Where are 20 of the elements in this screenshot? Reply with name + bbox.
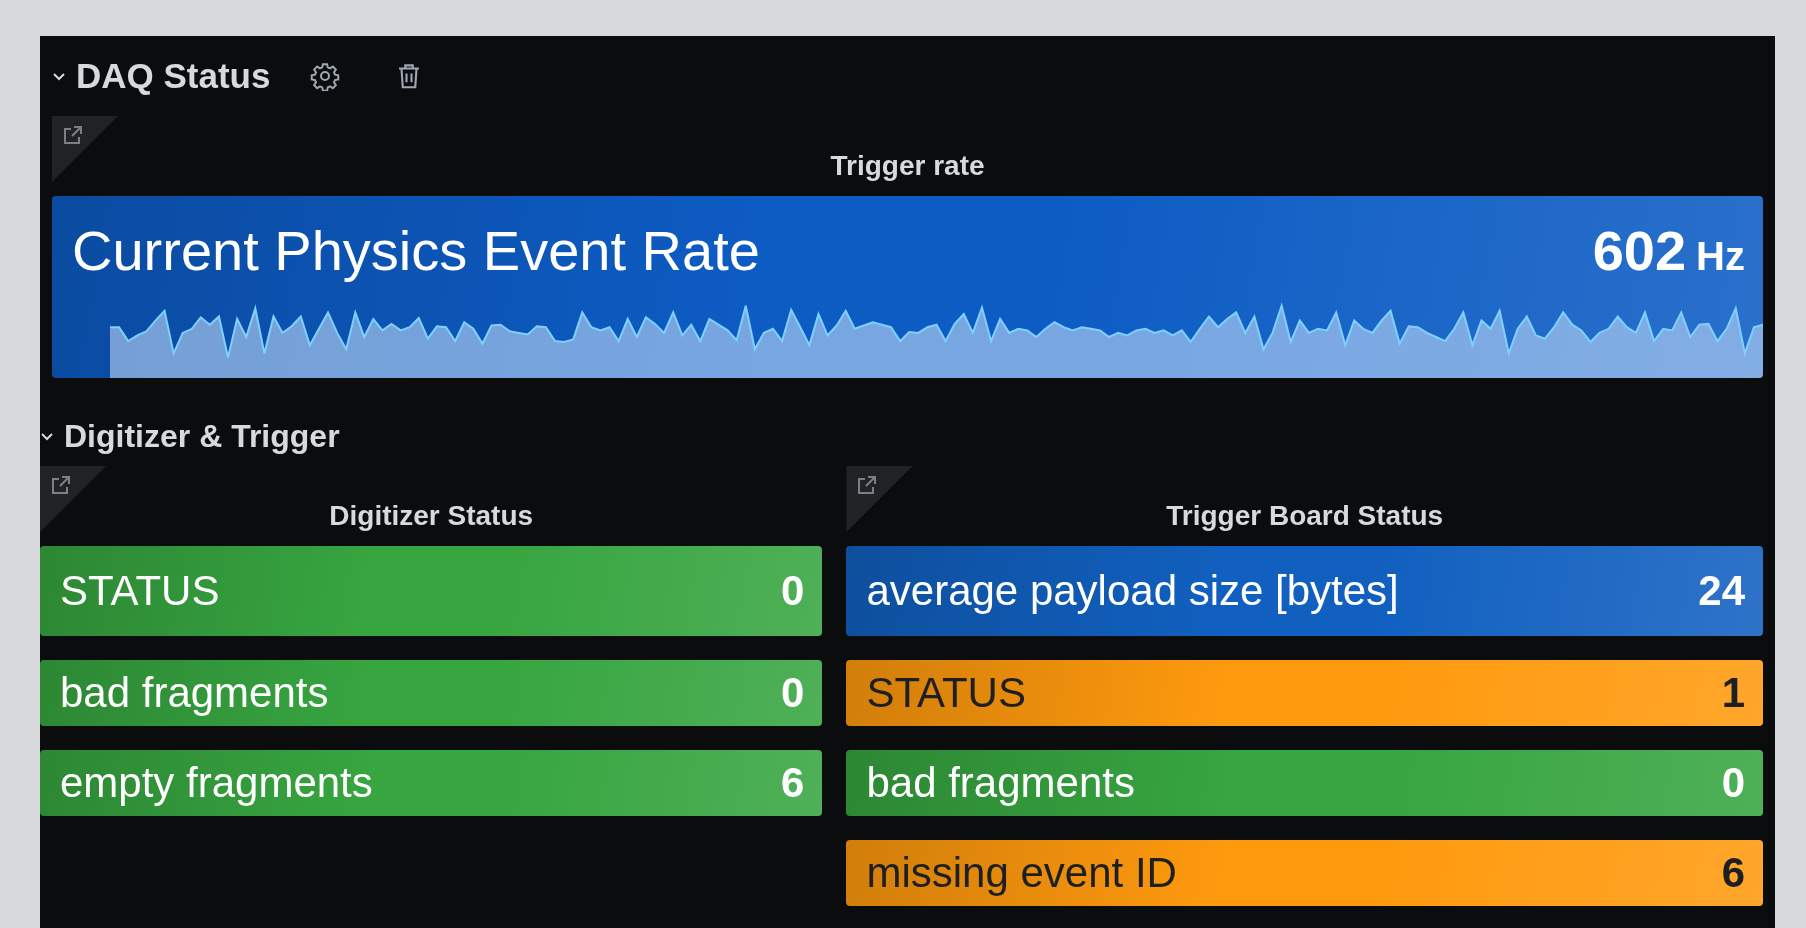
stat-label: bad fragments	[866, 759, 1135, 807]
stat-value: 6	[1721, 849, 1745, 897]
panel-title: Digitizer Status	[329, 500, 534, 531]
stat-label: missing event ID	[866, 849, 1177, 897]
stat-label: bad fragments	[60, 669, 329, 717]
panel-title: Trigger Board Status	[1166, 500, 1444, 531]
stat-value: 6	[781, 759, 805, 807]
stat-label: STATUS	[866, 669, 1026, 717]
stat-value: 0	[1721, 759, 1745, 807]
stat-value: 1	[1721, 669, 1745, 717]
stat-value: 602 Hz	[1592, 218, 1745, 283]
stat-label: STATUS	[60, 567, 220, 615]
stat-value: 24	[1698, 567, 1745, 615]
stat-label: empty fragments	[60, 759, 373, 807]
stat-label: Current Physics Event Rate	[72, 218, 760, 283]
settings-icon[interactable]	[310, 61, 341, 91]
stat-label: average payload size [bytes]	[866, 567, 1399, 615]
panel-title: Trigger rate	[830, 150, 985, 181]
stat-value: 0	[781, 567, 805, 615]
stat-value: 0	[781, 669, 805, 717]
